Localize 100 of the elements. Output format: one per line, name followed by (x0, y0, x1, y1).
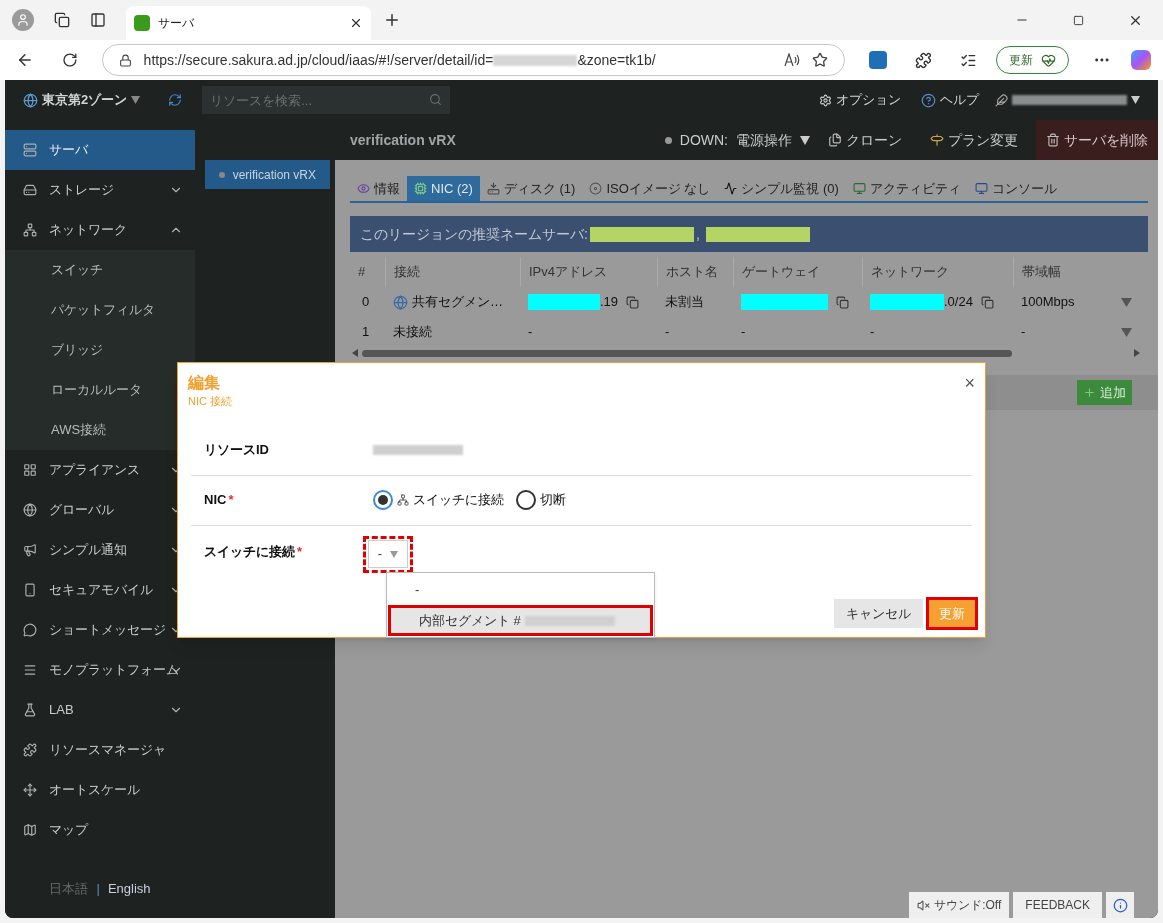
sidebar-item[interactable]: セキュアモバイル (5, 570, 195, 610)
column-header: 接続 (385, 257, 520, 287)
add-button[interactable]: 追加 (1077, 380, 1132, 405)
caret-down-icon[interactable] (1121, 297, 1132, 307)
drive-icon (23, 183, 37, 197)
feedback-button[interactable]: FEEDBACK (1013, 892, 1102, 918)
url-text: https://secure.sakura.ad.jp/cloud/iaas/#!/server/detail/id= (143, 50, 494, 70)
close-button[interactable]: × (964, 373, 975, 393)
tab[interactable]: コンソール (967, 176, 1064, 201)
scrollbar-thumb[interactable] (362, 349, 1012, 357)
cancel-button[interactable]: キャンセル (834, 599, 923, 628)
megaphone-icon (23, 543, 37, 557)
reload-icon[interactable] (61, 52, 78, 68)
tab[interactable]: シンプル監視 (0) (717, 176, 846, 201)
help-button[interactable]: ヘルプ (921, 90, 979, 110)
table-cell-text: - (741, 323, 746, 342)
sidebar-item[interactable]: サーバ (5, 130, 195, 170)
radio-button[interactable] (373, 490, 393, 510)
radio-option[interactable]: スイッチに接続 (373, 490, 504, 510)
zone-selector[interactable]: 東京第2ゾーン (23, 90, 141, 110)
dialog-subtitle: NIC 接続 (188, 394, 232, 409)
map-icon (23, 823, 37, 837)
stack-icon (23, 663, 37, 677)
radio-button[interactable] (516, 490, 536, 510)
tabs-icon[interactable] (54, 12, 70, 28)
sidebar-item[interactable]: ストレージ (5, 170, 195, 210)
read-aloud-icon[interactable] (784, 53, 801, 67)
scroll-left-icon[interactable] (352, 349, 358, 357)
close-icon[interactable] (349, 16, 363, 30)
sidebar-item[interactable]: オートスケール (5, 770, 195, 810)
tab[interactable]: NIC (2) (407, 176, 480, 201)
sidebar-item[interactable]: ネットワーク (5, 210, 195, 250)
server-icon (23, 143, 37, 157)
trash-icon (1046, 133, 1060, 147)
sidebar-item[interactable]: モノプラットフォーム (5, 650, 195, 690)
switch-icon (397, 494, 409, 506)
dropdown-option[interactable]: 内部セグメント # (388, 605, 653, 636)
back-icon[interactable] (16, 51, 34, 69)
assistant-logo[interactable] (1131, 50, 1151, 70)
field-label: リソースID (203, 441, 270, 460)
sidebar-item[interactable]: リソースマネージャ (5, 730, 195, 770)
table-cell-text: 共有セグメン… (412, 293, 503, 312)
star-icon[interactable] (812, 52, 829, 68)
sidebar-item[interactable]: シンプル通知 (5, 530, 195, 570)
person-icon (16, 13, 30, 27)
disk-icon (486, 182, 500, 195)
sound-toggle[interactable]: サウンド:Off (909, 892, 1010, 918)
gear-icon (819, 93, 832, 107)
action-button[interactable]: サーバを削除 (1036, 120, 1158, 160)
table-cell-text: - (664, 323, 671, 342)
server-list-item[interactable]: verification vRX (205, 160, 330, 189)
tab[interactable]: アクティビティ (845, 176, 968, 201)
grid-icon (23, 463, 37, 477)
table-cell-text: - (1021, 323, 1026, 342)
submenu-item[interactable]: パケットフィルタ (5, 290, 195, 330)
nameserver-banner: このリージョンの推奨ネームサーバ: , (350, 216, 1148, 252)
field-label: スイッチに接続* (203, 542, 304, 561)
copy-icon (828, 133, 842, 147)
puzzle-icon (23, 743, 37, 757)
language-link[interactable]: English (107, 878, 151, 898)
refresh-icon[interactable] (168, 93, 183, 107)
column-header: 帯域幅 (1013, 257, 1140, 287)
submenu-item[interactable]: ブリッジ (5, 330, 195, 370)
caret-down-icon[interactable] (1121, 327, 1132, 337)
caret-down-icon (390, 550, 399, 558)
puzzle-icon[interactable] (914, 51, 932, 69)
site-favicon (134, 15, 150, 31)
horizontal-scrollbar[interactable] (350, 347, 1142, 359)
account-menu[interactable] (995, 93, 1140, 107)
options-button[interactable]: オプション (819, 90, 901, 110)
table-cell-text: 100Mbps (1021, 293, 1075, 312)
scroll-right-icon[interactable] (1134, 349, 1140, 357)
new-tab-icon[interactable] (383, 11, 401, 29)
power-menu[interactable]: DOWN: 電源操作 (664, 129, 810, 151)
maximize-icon[interactable] (1073, 14, 1084, 26)
browser-tab[interactable]: サーバ (126, 6, 371, 40)
radio-option[interactable]: 切断 (516, 490, 566, 510)
copy-icon[interactable] (980, 295, 994, 309)
feather-icon (995, 93, 1008, 107)
column-header: IPv4アドレス (520, 257, 657, 287)
submenu-item[interactable]: スイッチ (5, 250, 195, 290)
tab[interactable]: 情報 (350, 176, 407, 201)
sidebar-item[interactable]: ショートメッセージ (5, 610, 195, 650)
dropdown-option[interactable]: - (387, 574, 654, 605)
tab[interactable]: ISOイメージ なし (582, 176, 718, 201)
signpost-icon (930, 133, 944, 147)
sidebar-item[interactable]: グローバル (5, 490, 195, 530)
disc-icon (589, 182, 603, 195)
copy-icon[interactable] (836, 295, 849, 309)
select-field[interactable]: - (368, 540, 408, 568)
copy-icon[interactable] (626, 295, 640, 309)
sidebar-item[interactable]: LAB (5, 690, 195, 730)
profile-avatar[interactable] (12, 9, 34, 31)
info-button[interactable] (1106, 892, 1134, 918)
sidebar-item[interactable]: マップ (5, 810, 195, 850)
action-button[interactable]: プラン変更 (920, 120, 1028, 160)
action-button[interactable]: クローン (818, 120, 912, 160)
extension-icon[interactable] (869, 51, 887, 69)
tab[interactable]: ディスク (1) (479, 176, 583, 201)
sidebar-icon[interactable] (90, 12, 106, 28)
